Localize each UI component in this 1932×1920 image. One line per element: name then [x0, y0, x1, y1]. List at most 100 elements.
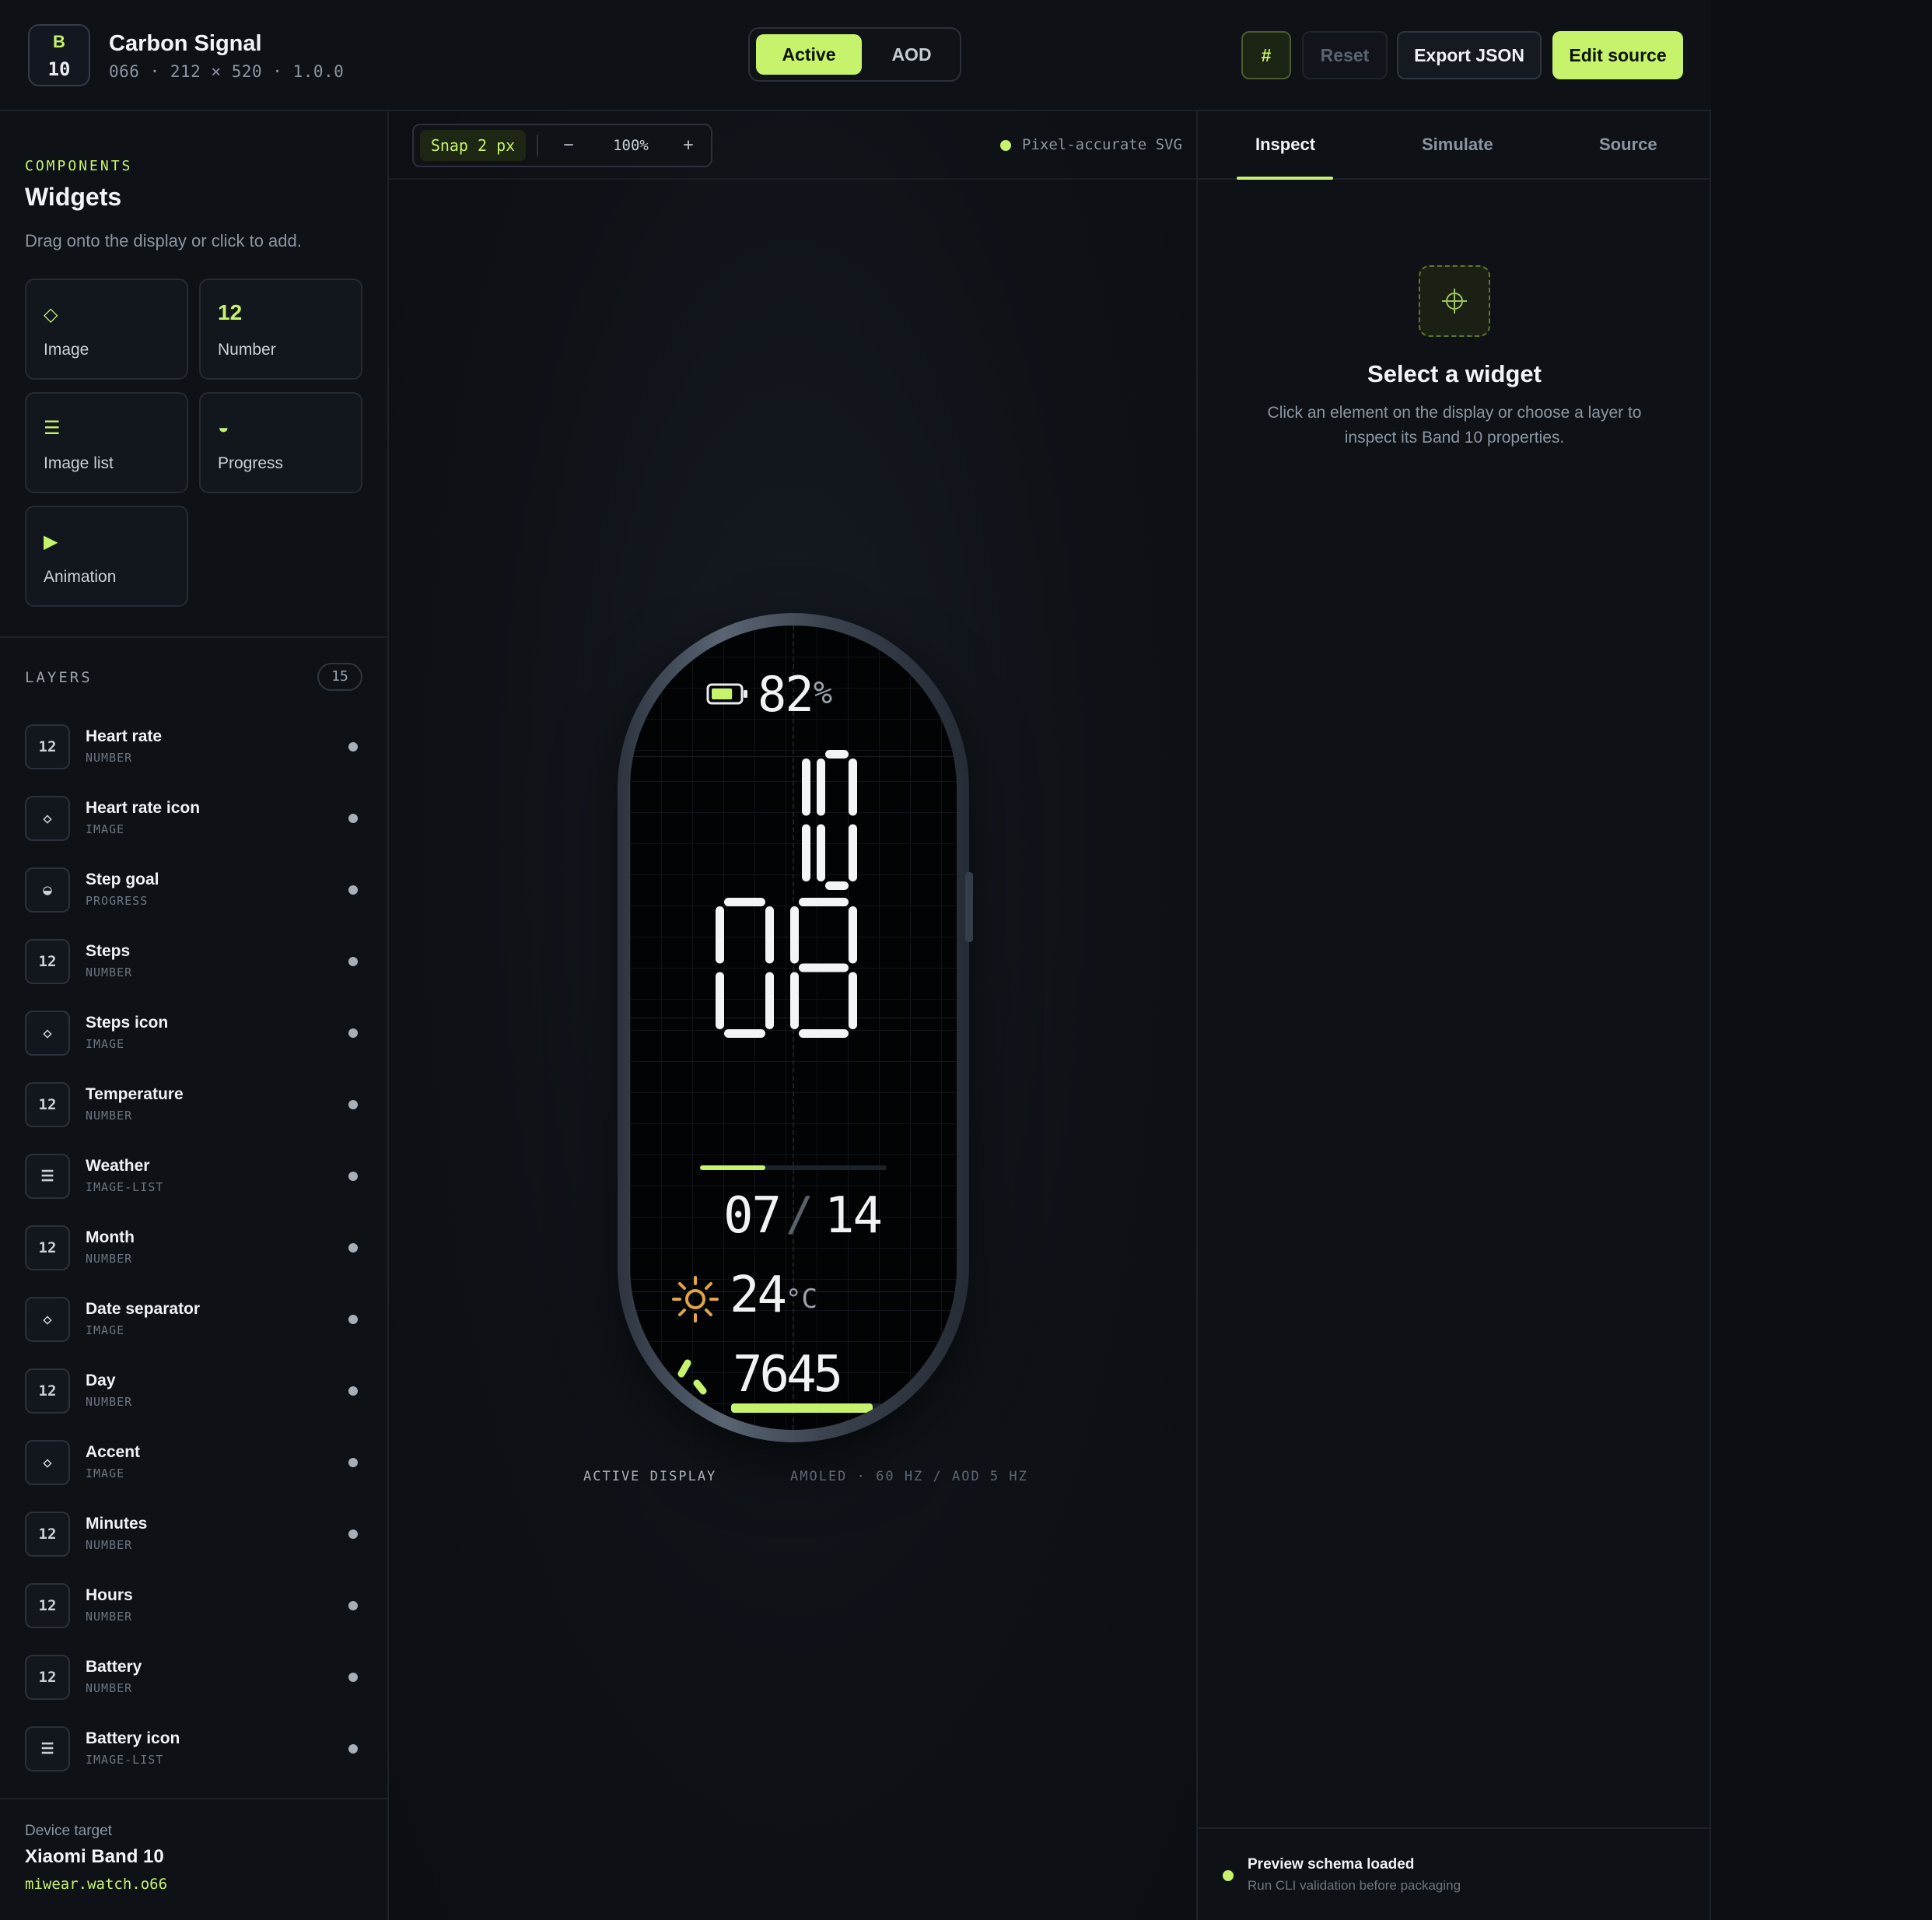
layer-item[interactable]: 12 Month NUMBER	[25, 1221, 367, 1275]
widget-label: Image	[44, 341, 89, 359]
time-segment	[849, 972, 857, 1029]
image-icon: ◇	[44, 304, 58, 325]
day-number[interactable]: 14	[824, 1187, 883, 1245]
accent-bar-fill	[700, 1165, 765, 1170]
mode-active-button[interactable]: Active	[756, 34, 862, 75]
visibility-dot-icon[interactable]	[348, 885, 358, 895]
snap-toggle[interactable]: Snap 2 px	[420, 130, 526, 161]
grid-toggle-button[interactable]: #	[1241, 31, 1291, 79]
time-segment	[799, 963, 849, 972]
design-canvas[interactable]: Snap 2 px − 100% + Pixel-accurate SVG 82…	[389, 111, 1198, 1920]
edit-source-button[interactable]: Edit source	[1552, 31, 1683, 79]
visibility-dot-icon[interactable]	[348, 1100, 358, 1109]
widget-card-image[interactable]: ◇ Image	[25, 279, 188, 380]
time-segment	[724, 898, 765, 906]
status-subtitle: Run CLI validation before packaging	[1248, 1878, 1461, 1893]
components-label: COMPONENTS	[25, 158, 133, 174]
layer-item[interactable]: ◇ Date separator IMAGE	[25, 1292, 367, 1347]
time-segment	[716, 906, 724, 964]
layer-item[interactable]: 12 Hours NUMBER	[25, 1578, 367, 1633]
date-separator[interactable]: /	[786, 1187, 814, 1242]
visibility-dot-icon[interactable]	[348, 1673, 358, 1682]
layer-type-icon: 12	[25, 1583, 70, 1628]
layer-type: IMAGE	[86, 822, 125, 836]
visibility-dot-icon[interactable]	[348, 1172, 358, 1181]
widget-card-image-list[interactable]: ☰ Image list	[25, 392, 188, 493]
visibility-dot-icon[interactable]	[348, 1601, 358, 1610]
widget-card-number[interactable]: 12 Number	[199, 279, 362, 380]
top-bar: B 10 Carbon Signal 066 · 212 × 520 · 1.0…	[0, 0, 1711, 111]
visibility-dot-icon[interactable]	[348, 1243, 358, 1253]
visibility-dot-icon[interactable]	[348, 814, 358, 823]
left-sidebar: COMPONENTS Widgets Drag onto the display…	[0, 111, 389, 1920]
divider	[0, 636, 389, 638]
visibility-dot-icon[interactable]	[348, 742, 358, 752]
visibility-dot-icon[interactable]	[348, 1744, 358, 1754]
layer-item[interactable]: 12 Day NUMBER	[25, 1364, 367, 1418]
layer-item[interactable]: ◇ Accent IMAGE	[25, 1435, 367, 1490]
layer-item[interactable]: 12 Battery NUMBER	[25, 1650, 367, 1705]
device-target-label: Device target	[25, 1823, 112, 1839]
layer-type-icon: ◇	[25, 796, 70, 841]
temperature-number[interactable]: 24	[730, 1267, 787, 1324]
time-segment	[817, 824, 825, 881]
layer-type-icon: 12	[25, 724, 70, 769]
tab-simulate[interactable]: Simulate	[1422, 135, 1493, 155]
battery-number[interactable]: 82	[758, 666, 814, 723]
layer-item[interactable]: ◒ Step goal PROGRESS	[25, 863, 367, 917]
layer-name: Battery icon	[86, 1729, 180, 1747]
layer-type: NUMBER	[86, 965, 133, 979]
layer-type: NUMBER	[86, 1395, 133, 1409]
visibility-dot-icon[interactable]	[348, 1529, 358, 1539]
accent-bar[interactable]	[700, 1165, 887, 1170]
layers-label: LAYERS	[25, 669, 93, 686]
layer-type-icon: 12	[25, 1225, 70, 1270]
widget-card-progress[interactable]: ◒ Progress	[199, 392, 362, 493]
widget-label: Animation	[44, 568, 117, 586]
layer-item[interactable]: ◇ Heart rate icon IMAGE	[25, 791, 367, 846]
tab-inspect[interactable]: Inspect	[1255, 135, 1315, 155]
export-json-button[interactable]: Export JSON	[1397, 31, 1542, 79]
zoom-out-button[interactable]: −	[557, 125, 580, 166]
layer-name: Steps	[86, 942, 131, 960]
layer-type: NUMBER	[86, 1538, 133, 1552]
time-segment	[849, 759, 857, 816]
battery-unit: %	[814, 675, 833, 711]
steps-number[interactable]: 7645	[733, 1346, 843, 1403]
layer-item[interactable]: 12 Steps NUMBER	[25, 934, 367, 989]
layer-item[interactable]: 12 Minutes NUMBER	[25, 1507, 367, 1561]
display-spec: AMOLED · 60 HZ / AOD 5 HZ	[790, 1469, 1028, 1484]
step-goal-bar[interactable]	[731, 1403, 918, 1413]
visibility-dot-icon[interactable]	[348, 957, 358, 966]
steps-icon[interactable]	[674, 1357, 714, 1397]
zoom-in-button[interactable]: +	[677, 125, 700, 166]
widget-label: Progress	[218, 454, 284, 472]
mode-aod-button[interactable]: AOD	[866, 34, 957, 75]
inspector-tabs: Inspect Simulate Source	[1198, 111, 1711, 180]
layer-type: NUMBER	[86, 751, 133, 765]
sun-icon[interactable]	[670, 1274, 720, 1324]
watch-screen[interactable]: 82 % 07 / 14 24 °C 7645	[630, 625, 957, 1430]
layer-name: Weather	[86, 1157, 150, 1175]
layer-type: IMAGE	[86, 1037, 125, 1051]
layer-item[interactable]: ☰ Weather IMAGE-LIST	[25, 1149, 367, 1204]
widget-card-animation[interactable]: ▶ Animation	[25, 506, 188, 607]
layer-item[interactable]: 12 Temperature NUMBER	[25, 1077, 367, 1132]
visibility-dot-icon[interactable]	[348, 1028, 358, 1038]
visibility-dot-icon[interactable]	[348, 1386, 358, 1396]
month-number[interactable]: 07	[723, 1187, 782, 1245]
reset-button[interactable]: Reset	[1302, 31, 1388, 79]
time-segment	[825, 881, 849, 890]
tab-source[interactable]: Source	[1599, 135, 1657, 155]
visibility-dot-icon[interactable]	[348, 1315, 358, 1324]
visibility-dot-icon[interactable]	[348, 1458, 358, 1467]
layer-item[interactable]: 12 Heart rate NUMBER	[25, 720, 367, 774]
layer-item[interactable]: ◇ Steps icon IMAGE	[25, 1006, 367, 1060]
layer-item[interactable]: ☰ Battery icon IMAGE-LIST	[25, 1722, 367, 1776]
status-title: Preview schema loaded	[1248, 1856, 1415, 1873]
layer-type-icon: 12	[25, 1512, 70, 1557]
layer-name: Month	[86, 1228, 135, 1246]
time-segment	[802, 824, 810, 881]
battery-icon[interactable]	[706, 681, 750, 706]
time-display[interactable]	[716, 750, 871, 1053]
